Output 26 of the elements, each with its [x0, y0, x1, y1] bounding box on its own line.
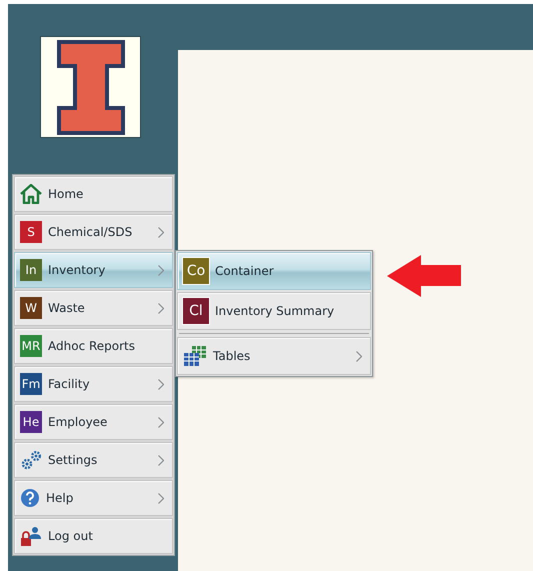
menu-item[interactable]: Co Container: [177, 252, 371, 290]
home-icon: [20, 184, 42, 204]
gears-icon: [20, 450, 42, 470]
menu-item[interactable]: Help: [14, 480, 173, 516]
badge-icon: W: [20, 297, 42, 319]
menu-item[interactable]: Log out: [14, 518, 173, 554]
menu-item[interactable]: MR Adhoc Reports: [14, 328, 173, 364]
badge-icon: In: [20, 259, 42, 281]
badge-icon: Fm: [20, 373, 42, 395]
menu-item[interactable]: Fm Facility: [14, 366, 173, 402]
menu-item[interactable]: Tables: [177, 337, 371, 375]
menu-item[interactable]: Home: [14, 176, 173, 212]
lock-user-icon: [20, 526, 42, 546]
tables-icon: [183, 345, 207, 367]
badge-icon: He: [20, 411, 42, 433]
menu-item[interactable]: Cl Inventory Summary: [177, 292, 371, 330]
menu-item[interactable]: W Waste: [14, 290, 173, 326]
menu-item[interactable]: S Chemical/SDS: [14, 214, 173, 250]
menu-item[interactable]: In Inventory: [14, 252, 173, 288]
help-icon: [20, 488, 40, 508]
menu-item[interactable]: Settings: [14, 442, 173, 478]
badge-icon: Cl: [183, 298, 209, 324]
badge-icon: S: [20, 221, 42, 243]
menu-item[interactable]: He Employee: [14, 404, 173, 440]
badge-icon: MR: [20, 335, 42, 357]
badge-icon: Co: [183, 258, 209, 284]
